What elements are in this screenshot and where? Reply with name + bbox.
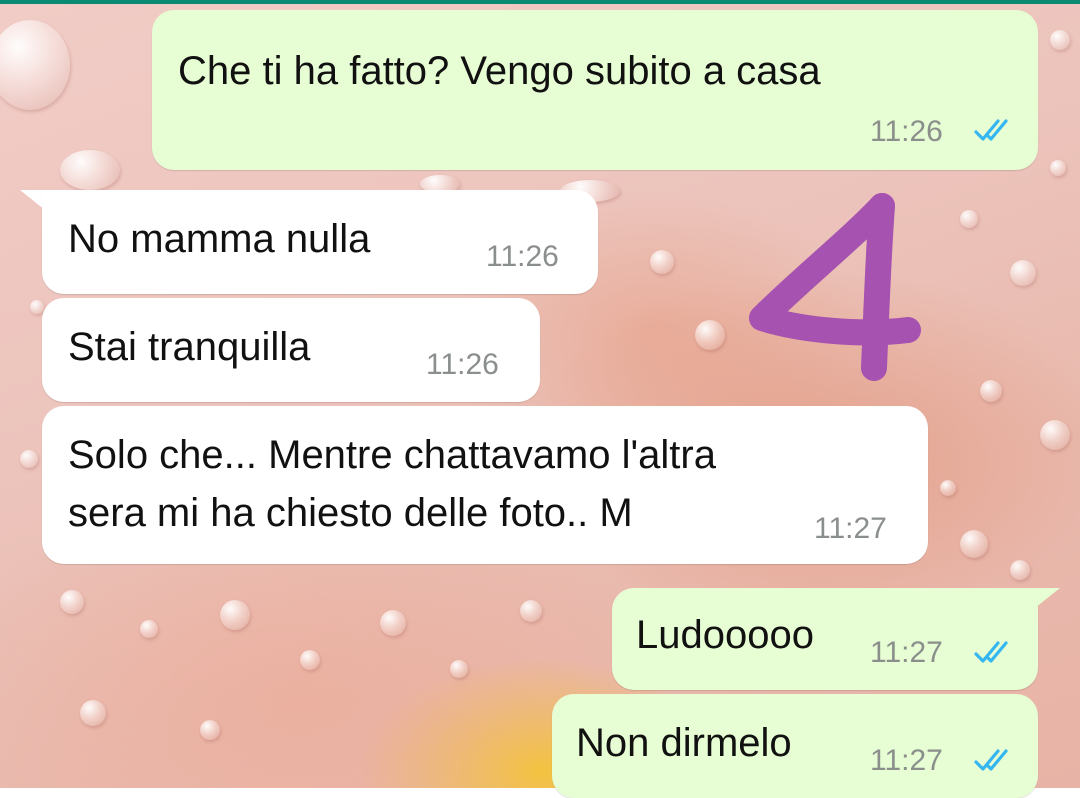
message-text: Ludooooo <box>636 613 814 657</box>
water-drop <box>60 150 120 190</box>
water-drop <box>1010 260 1036 286</box>
message-time: 11:26 <box>486 240 559 273</box>
incoming-message-bubble[interactable]: Stai tranquilla 11:26 <box>42 298 540 402</box>
message-time: 11:27 <box>870 744 943 777</box>
water-drop <box>980 380 1002 402</box>
number-four-sticker-icon <box>749 193 921 381</box>
message-time: 11:27 <box>814 512 887 545</box>
message-text: No mamma nulla <box>68 217 371 261</box>
read-receipt-icon <box>974 749 1008 771</box>
incoming-message-bubble[interactable]: Solo che... Mentre chattavamo l'altra se… <box>42 406 928 564</box>
water-drop <box>60 590 84 614</box>
message-text: Stai tranquilla <box>68 325 311 369</box>
water-drop <box>30 300 44 314</box>
water-drop <box>80 700 106 726</box>
water-drop <box>1050 30 1070 50</box>
water-drop <box>960 210 978 228</box>
water-drop <box>300 650 320 670</box>
water-drop <box>940 480 956 496</box>
app-top-bar <box>0 0 1080 4</box>
water-drop <box>140 620 158 638</box>
water-drop <box>0 20 70 110</box>
bubble-tail <box>1030 588 1060 612</box>
message-time: 11:27 <box>870 636 943 669</box>
message-text: Che ti ha fatto? Vengo subito a casa <box>178 49 821 93</box>
water-drop <box>1010 560 1030 580</box>
water-drop <box>650 250 674 274</box>
message-time: 11:26 <box>870 115 943 148</box>
water-drop <box>20 450 38 468</box>
water-drop <box>200 720 220 740</box>
message-time: 11:26 <box>426 348 499 381</box>
outgoing-message-bubble[interactable]: Non dirmelo 11:27 <box>552 694 1038 798</box>
water-drop <box>220 600 250 630</box>
water-drop <box>450 660 468 678</box>
message-text-line: sera mi ha chiesto delle foto.. M <box>68 491 633 535</box>
incoming-message-bubble[interactable]: No mamma nulla 11:26 <box>42 190 598 294</box>
outgoing-message-bubble[interactable]: Che ti ha fatto? Vengo subito a casa 11:… <box>152 10 1038 170</box>
water-drop <box>695 320 725 350</box>
water-drop <box>1050 160 1066 176</box>
outgoing-message-bubble[interactable]: Ludooooo 11:27 <box>612 588 1038 690</box>
message-text: Non dirmelo <box>576 721 792 765</box>
water-drop <box>520 600 542 622</box>
water-drop <box>1040 420 1070 450</box>
read-receipt-icon <box>974 119 1008 141</box>
message-text-line: Solo che... Mentre chattavamo l'altra <box>68 433 716 477</box>
read-receipt-icon <box>974 641 1008 663</box>
water-drop <box>380 610 406 636</box>
water-drop <box>960 530 988 558</box>
